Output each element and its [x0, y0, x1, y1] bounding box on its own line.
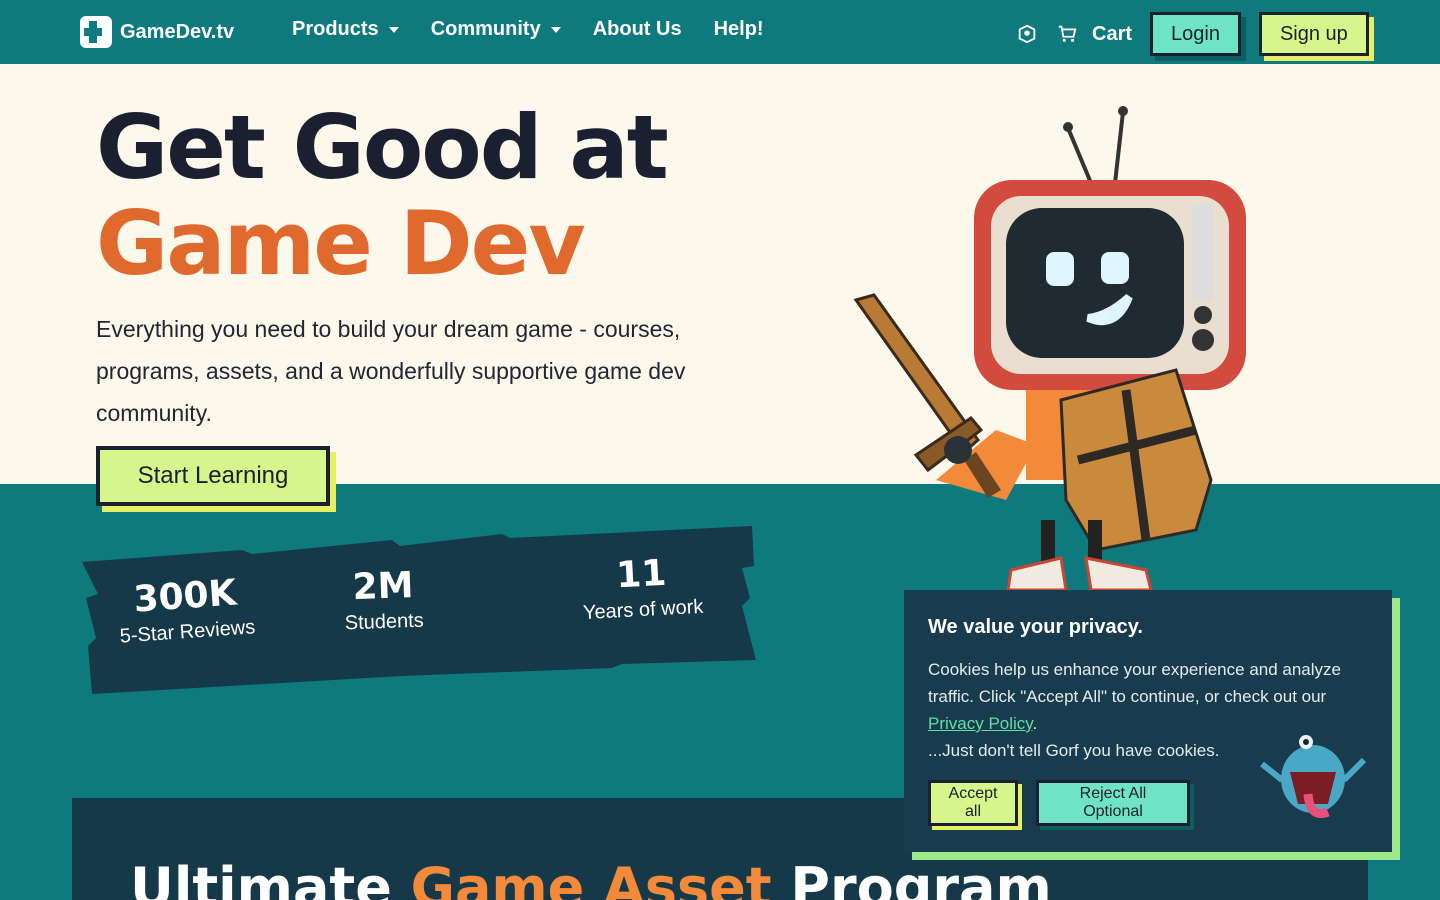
site-logo[interactable]: GameDev.tv	[80, 16, 234, 48]
chevron-down-icon	[388, 26, 399, 33]
gorf-monster-icon	[1260, 735, 1367, 818]
stats-banner: 300K 5-Star Reviews 2M Students 11 Years…	[82, 526, 756, 696]
stat-years-value: 11	[615, 552, 668, 597]
hero-title-line2: Game Dev	[96, 192, 586, 295]
accept-all-button[interactable]: Accept all	[928, 780, 1018, 826]
cookie-title: We value your privacy.	[928, 616, 1143, 638]
login-button[interactable]: Login	[1150, 12, 1241, 56]
cart-link[interactable]: Cart	[1056, 23, 1132, 46]
nav-products[interactable]: Products	[292, 18, 399, 41]
logo-icon	[80, 16, 112, 48]
start-learning-button[interactable]: Start Learning	[96, 446, 330, 506]
nav-about-label: About Us	[592, 18, 682, 40]
hero-title: Get Good at Game Dev	[96, 100, 669, 295]
nav-help[interactable]: Help!	[714, 18, 764, 41]
nav-community-label: Community	[430, 18, 541, 40]
signup-button[interactable]: Sign up	[1258, 12, 1369, 56]
nav-about-us[interactable]: About Us	[593, 18, 682, 41]
top-nav-bar: GameDev.tv Products Community About Us H…	[0, 0, 1440, 64]
tv-robot-illustration	[853, 106, 1246, 590]
cookie-consent-dialog: We value your privacy. Cookies help us e…	[904, 590, 1392, 852]
header-actions: Cart Login Sign up	[1016, 12, 1369, 56]
nav-help-label: Help!	[713, 18, 764, 40]
user-icon[interactable]	[1016, 23, 1038, 45]
promo-title-start: Ultimate	[130, 856, 411, 900]
cart-icon	[1058, 25, 1077, 42]
privacy-policy-link[interactable]: Privacy Policy	[928, 714, 1033, 733]
cookie-text-end: .	[1032, 714, 1038, 733]
hero-title-line1: Get Good at	[96, 96, 669, 199]
stat-students: 2M Students	[343, 565, 424, 636]
nav-products-label: Products	[292, 18, 379, 40]
stat-reviews: 300K 5-Star Reviews	[114, 571, 258, 649]
stat-students-label: Students	[344, 609, 425, 635]
cart-label: Cart	[1092, 22, 1133, 45]
nav-community[interactable]: Community	[431, 18, 561, 41]
logo-text: GameDev.tv	[120, 20, 235, 43]
stat-reviews-value: 300K	[132, 572, 238, 621]
main-nav: Products Community About Us Help!	[292, 18, 764, 41]
chevron-down-icon	[550, 26, 561, 33]
cookie-note: ...Just don't tell Gorf you have cookies…	[928, 741, 1220, 760]
stat-students-value: 2M	[351, 564, 415, 609]
hero-description: Everything you need to build your dream …	[96, 316, 686, 426]
promo-title-end: Program	[771, 856, 1052, 900]
cookie-text: Cookies help us enhance your experience …	[928, 660, 1341, 706]
promo-title: Ultimate Game Asset Program	[130, 856, 1052, 900]
reject-optional-button[interactable]: Reject All Optional	[1036, 780, 1190, 826]
promo-title-accent: Game Asset	[410, 856, 772, 900]
stat-years: 11 Years of work	[570, 550, 713, 625]
